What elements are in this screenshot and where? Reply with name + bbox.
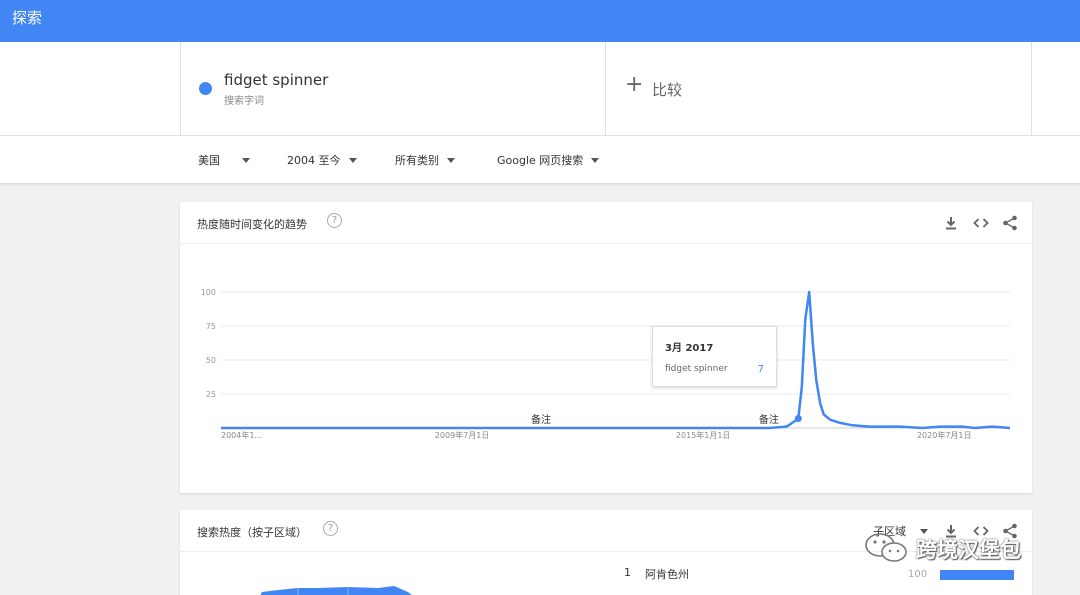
highlight-point <box>794 414 802 422</box>
wechat-icon <box>865 533 907 562</box>
chevron-down-icon <box>348 157 357 163</box>
y-tick-label: 100 <box>201 288 216 297</box>
tooltip-term: fidget spinner <box>665 364 728 374</box>
search-term-name[interactable]: fidget spinner <box>224 71 328 89</box>
chevron-down-icon <box>447 157 455 163</box>
watermark-text: 跨境汉堡包 <box>916 538 1021 562</box>
x-tick-label: 2015年1月1日 <box>676 430 731 440</box>
search-term-type: 搜索字词 <box>224 96 264 107</box>
search-type-filter-dropdown[interactable]: Google 网页搜索 <box>497 152 600 168</box>
chevron-down-icon <box>242 157 250 163</box>
region-row[interactable]: 1 阿肯色州 100 <box>624 566 1032 586</box>
region-filter-label: 美国 <box>198 154 220 167</box>
x-tick-label: 2020年7月1日 <box>917 430 972 440</box>
term-color-dot <box>199 82 212 95</box>
region-value: 100 <box>908 569 928 580</box>
category-filter-label: 所有类别 <box>395 154 439 167</box>
search-term-bar: fidget spinner 搜索字词 + 比较 <box>0 42 1080 136</box>
embed-code-icon[interactable] <box>972 214 990 232</box>
tooltip-date: 3月 2017 <box>665 343 714 354</box>
card-header: 热度随时间变化的趋势 ? <box>180 202 1032 244</box>
filter-bar: 美国 2004 至今 所有类别 Google 网页搜索 <box>0 136 1080 184</box>
interest-line-chart: 100 75 50 25 2004年1... 2009年7月1日 2015年1月1日 2020… <box>201 288 1011 440</box>
category-filter-dropdown[interactable]: 所有类别 <box>395 152 455 168</box>
region-rank: 1 <box>624 566 631 579</box>
search-type-filter-label: Google 网页搜索 <box>497 154 584 167</box>
region-filter-dropdown[interactable]: 美国 <box>198 152 250 168</box>
x-tick-label: 2009年7月1日 <box>435 430 490 440</box>
top-app-bar: 探索 <box>0 0 1080 42</box>
search-term-card[interactable]: fidget spinner 搜索字词 <box>180 42 606 136</box>
watermark: 跨境汉堡包 <box>862 530 1052 568</box>
chart-annotation: 备注 <box>531 413 551 426</box>
tooltip-value: 7 <box>757 364 764 375</box>
compare-button[interactable]: + 比较 <box>606 42 1032 136</box>
compare-label: 比较 <box>652 81 683 99</box>
share-icon[interactable] <box>1001 214 1019 232</box>
region-value-bar <box>940 570 1014 580</box>
y-tick-label: 25 <box>206 390 216 399</box>
card-title: 搜索热度（按子区域） <box>197 526 307 539</box>
download-icon[interactable] <box>942 214 960 232</box>
x-tick-label: 2004年1... <box>221 430 262 440</box>
page-title: 探索 <box>12 9 43 27</box>
chart-annotation: 备注 <box>759 413 779 426</box>
y-tick-label: 75 <box>206 322 216 331</box>
y-tick-label: 50 <box>206 356 216 365</box>
chevron-down-icon <box>591 157 600 163</box>
plus-icon: + <box>625 72 644 97</box>
time-filter-label: 2004 至今 <box>287 154 341 167</box>
help-icon[interactable]: ? <box>323 521 338 536</box>
card-title: 热度随时间变化的趋势 <box>197 218 307 231</box>
us-map[interactable] <box>258 580 418 595</box>
time-filter-dropdown[interactable]: 2004 至今 <box>287 152 357 168</box>
chart-tooltip: 3月 2017 fidget spinner 7 <box>652 326 777 387</box>
help-icon[interactable]: ? <box>327 213 342 228</box>
region-name[interactable]: 阿肯色州 <box>645 566 689 582</box>
